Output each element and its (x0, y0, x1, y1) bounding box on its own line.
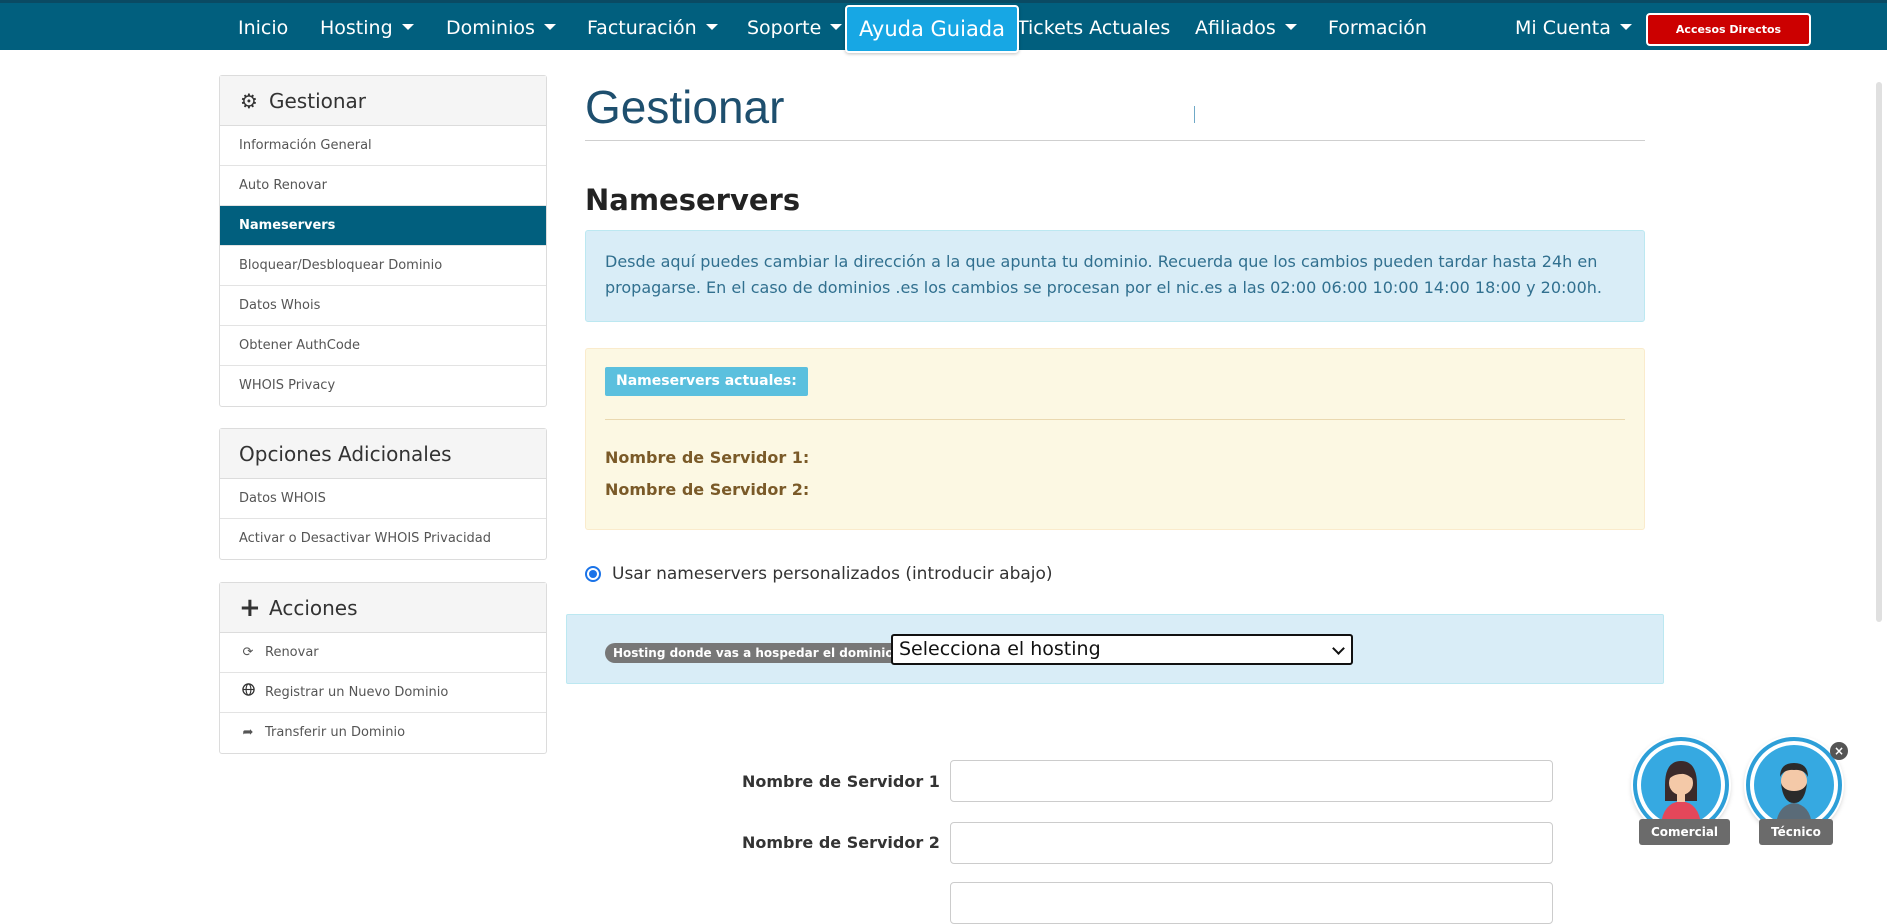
sidebar-item-obtener-authcode[interactable]: Obtener AuthCode (220, 326, 546, 366)
chevron-down-icon (1332, 642, 1345, 655)
panel-header-opciones: Opciones Adicionales (220, 429, 546, 479)
sidebar-item-datos-whois-2[interactable]: Datos WHOIS (220, 479, 546, 519)
nav-facturacion[interactable]: Facturación (587, 13, 718, 43)
nav-soporte[interactable]: Soporte (747, 13, 843, 43)
panel-title: Opciones Adicionales (239, 441, 452, 466)
nav-tickets-label: Tickets Actuales (1017, 17, 1171, 39)
nav-mi-cuenta-label: Mi Cuenta (1515, 17, 1611, 39)
title-divider (585, 140, 1645, 141)
caret-down-icon (401, 23, 414, 30)
scrollbar-thumb[interactable] (1876, 82, 1882, 622)
caret-down-icon (830, 23, 843, 30)
panel-title: Acciones (269, 595, 358, 620)
sidebar-item-label: Registrar un Nuevo Dominio (265, 685, 449, 700)
nav-dominios[interactable]: Dominios (446, 13, 556, 43)
nav-formacion[interactable]: Formación (1328, 13, 1427, 43)
sidebar-item-registrar-dominio[interactable]: Registrar un Nuevo Dominio (220, 673, 546, 713)
nav-facturacion-label: Facturación (587, 17, 697, 39)
text-cursor (1194, 106, 1195, 123)
close-icon[interactable]: × (1830, 742, 1848, 760)
page-title: Gestionar (585, 81, 785, 133)
woman-avatar-icon (1661, 761, 1701, 825)
caret-down-icon (543, 23, 556, 30)
accesos-directos-button[interactable]: Accesos Directos (1646, 13, 1811, 46)
nav-mi-cuenta[interactable]: Mi Cuenta (1515, 13, 1632, 43)
nav-afiliados[interactable]: Afiliados (1195, 13, 1297, 43)
sidebar-item-label: Renovar (265, 645, 319, 660)
caret-down-icon (1619, 23, 1632, 30)
current-ns2-label: Nombre de Servidor 2: (605, 480, 810, 499)
plus-icon: + (239, 592, 261, 623)
panel-header-gestionar: ⚙ Gestionar (220, 76, 546, 126)
panel-title: Gestionar (269, 88, 367, 113)
hosting-label: Hosting donde vas a hospedar el dominio: (605, 643, 907, 663)
chat-comercial-label[interactable]: Comercial (1639, 819, 1731, 845)
hosting-select-value: Selecciona el hosting (899, 638, 1101, 660)
nav-tickets[interactable]: Tickets Actuales (1017, 13, 1170, 43)
radio-selected-icon[interactable] (585, 566, 601, 582)
section-title: Nameservers (585, 183, 801, 217)
sidebar-item-informacion-general[interactable]: Información General (220, 126, 546, 166)
ns2-input[interactable] (950, 822, 1553, 864)
ns2-field-label: Nombre de Servidor 2 (742, 833, 940, 852)
sidebar-panel-opciones: Opciones Adicionales Datos WHOIS Activar… (219, 428, 547, 560)
nav-inicio-label: Inicio (238, 17, 289, 39)
page-scrollbar[interactable] (1872, 50, 1887, 888)
nav-afiliados-label: Afiliados (1195, 17, 1276, 39)
hosting-selection-box: Hosting donde vas a hospedar el dominio:… (566, 614, 1664, 684)
nav-hosting[interactable]: Hosting (320, 13, 414, 43)
hosting-select[interactable]: Selecciona el hosting (891, 634, 1353, 665)
nav-formacion-label: Formación (1328, 17, 1427, 39)
sidebar-panel-gestionar: ⚙ Gestionar Información General Auto Ren… (219, 75, 547, 407)
man-avatar-icon (1776, 763, 1812, 825)
sidebar-item-bloquear-dominio[interactable]: Bloquear/Desbloquear Dominio (220, 246, 546, 286)
share-icon: ➦ (242, 725, 254, 740)
sidebar-item-auto-renovar[interactable]: Auto Renovar (220, 166, 546, 206)
gear-icon: ⚙ (240, 88, 258, 113)
current-nameservers-label: Nameservers actuales: (605, 367, 808, 396)
chat-tecnico-label[interactable]: Técnico (1759, 819, 1833, 845)
divider (605, 419, 1625, 420)
sidebar-panel-acciones: + Acciones ⟳ Renovar Registrar un Nuevo D… (219, 582, 547, 754)
info-alert: Desde aquí puedes cambiar la dirección a… (585, 230, 1645, 322)
caret-down-icon (705, 23, 718, 30)
panel-header-acciones: + Acciones (220, 583, 546, 633)
ayuda-guiada-button[interactable]: Ayuda Guiada (845, 5, 1019, 53)
current-ns1-label: Nombre de Servidor 1: (605, 448, 810, 467)
refresh-icon: ⟳ (242, 645, 254, 660)
radio-label: Usar nameservers personalizados (introdu… (612, 564, 1053, 584)
current-nameservers-box: Nameservers actuales: Nombre de Servidor… (585, 348, 1645, 530)
ns1-field-label: Nombre de Servidor 1 (742, 772, 940, 791)
nav-hosting-label: Hosting (320, 17, 393, 39)
sidebar-item-datos-whois[interactable]: Datos Whois (220, 286, 546, 326)
info-text: Desde aquí puedes cambiar la dirección a… (605, 252, 1603, 297)
ns1-input[interactable] (950, 760, 1553, 802)
nav-soporte-label: Soporte (747, 17, 822, 39)
ns3-input[interactable] (950, 882, 1553, 924)
sidebar-item-whois-privacy[interactable]: WHOIS Privacy (220, 366, 546, 406)
sidebar-item-renovar[interactable]: ⟳ Renovar (220, 633, 546, 673)
sidebar-item-label: Transferir un Dominio (265, 725, 406, 740)
nav-inicio[interactable]: Inicio (238, 13, 288, 43)
caret-down-icon (1284, 23, 1297, 30)
sidebar-item-whois-privacidad[interactable]: Activar o Desactivar WHOIS Privacidad (220, 519, 546, 559)
sidebar-item-transferir-dominio[interactable]: ➦ Transferir un Dominio (220, 713, 546, 753)
sidebar-item-nameservers[interactable]: Nameservers (220, 206, 546, 246)
globe-icon (239, 673, 257, 712)
custom-nameservers-radio[interactable]: Usar nameservers personalizados (introdu… (585, 564, 1053, 584)
nav-dominios-label: Dominios (446, 17, 535, 39)
